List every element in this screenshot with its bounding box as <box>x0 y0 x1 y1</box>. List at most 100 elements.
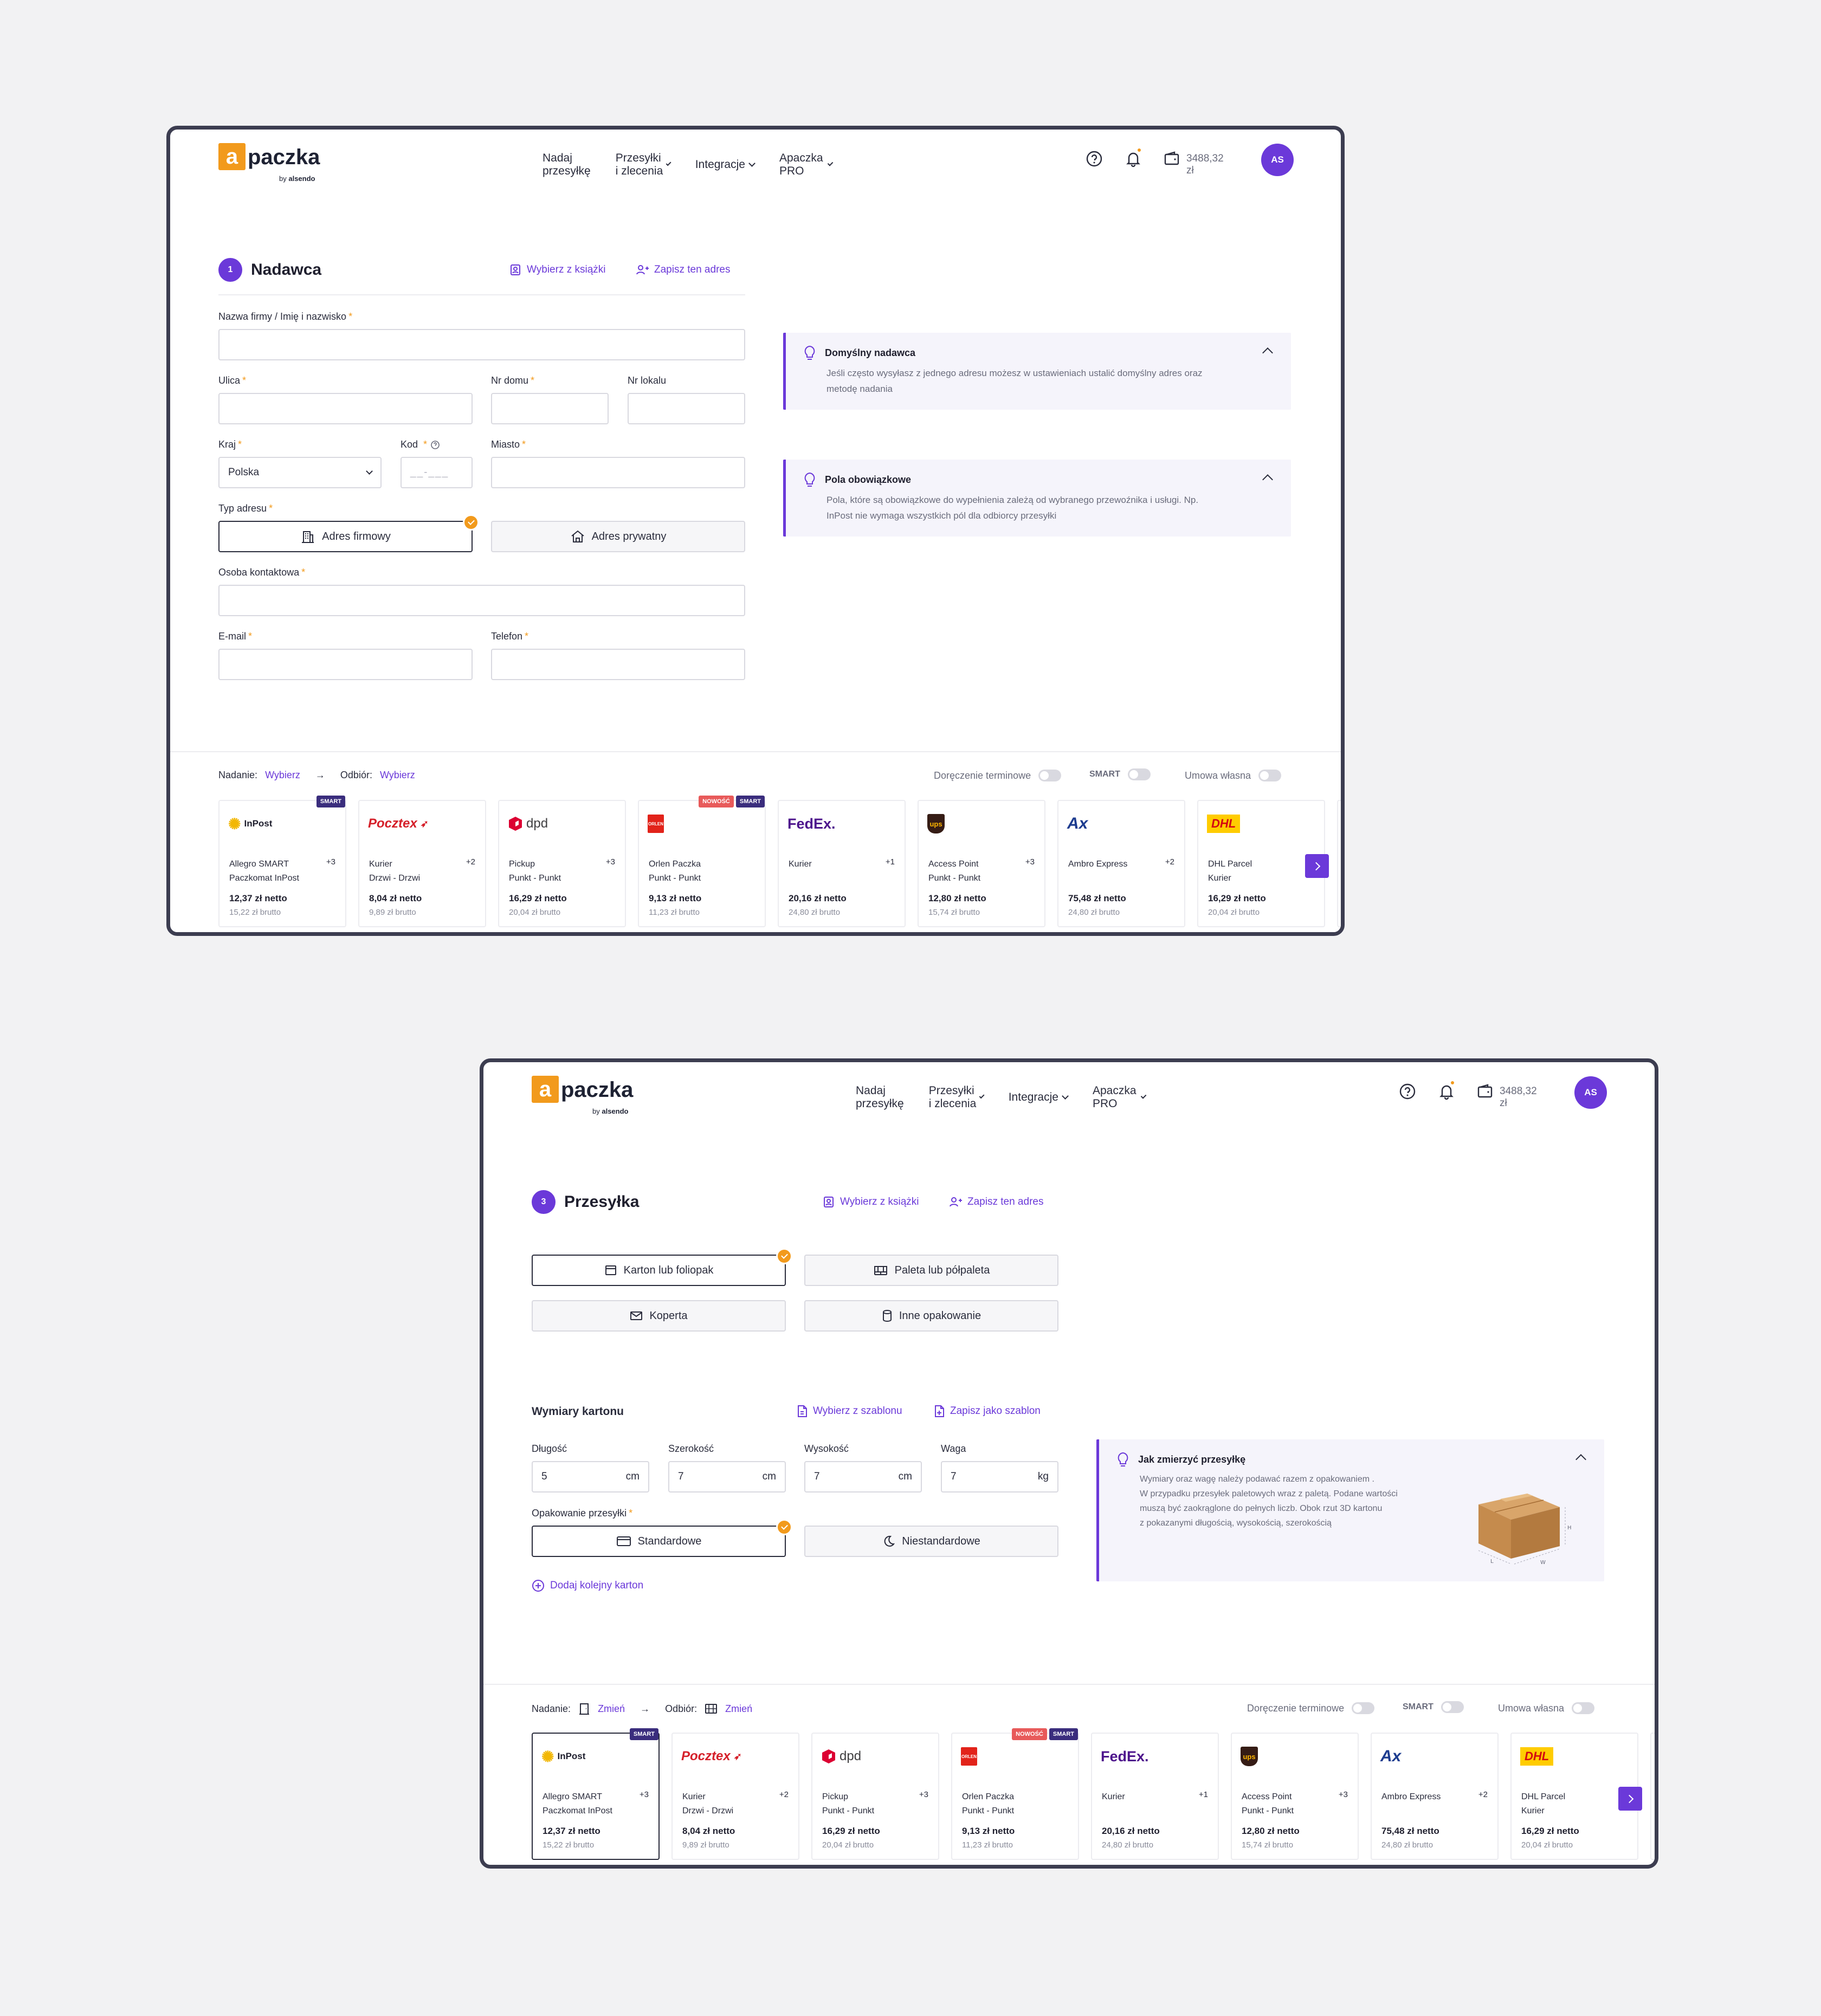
length-input[interactable]: 5 cm <box>532 1461 649 1492</box>
info-title: Domyślny nadawca <box>825 347 916 358</box>
carrier-card[interactable]: Pocztex ➶ Kurier Drzwi - Drzwi +2 8,04 zł net… <box>671 1733 799 1860</box>
carrier-card[interactable]: FedEx. Kurier +1 20,16 zł netto 24,80 zł bru… <box>1091 1733 1219 1860</box>
street-input[interactable] <box>218 393 473 424</box>
save-template-link[interactable]: Zapisz jako szablon <box>934 1405 1041 1418</box>
flat-number-input[interactable] <box>628 393 745 424</box>
carrier-card[interactable]: dpd Pickup Punkt - Punkt +3 16,29 zł netto 20… <box>498 800 626 927</box>
nav-integrations[interactable]: Integracje <box>1009 1084 1069 1110</box>
more-services-count: +1 <box>885 857 895 867</box>
carrier-card[interactable]: NOWOŚĆ SMART ORLEN Orlen Paczka Punkt - Punk… <box>638 796 766 927</box>
help-icon[interactable] <box>1398 1082 1417 1101</box>
carrier-card[interactable]: dpd Pickup Punkt - Punkt +3 16,29 zł netto 20… <box>811 1733 939 1860</box>
carrier-card[interactable]: SMART ✺ InPost Allegro SMART Paczkomat InPos… <box>532 1728 660 1860</box>
carrier-card[interactable]: SMART ✺ InPost Allegro SMART Paczkomat InPos… <box>218 796 346 927</box>
carrier-card[interactable]: FedEx. Kurier +1 20,16 zł netto 24,80 zł bru… <box>778 800 906 927</box>
nav-send[interactable]: Nadaj przesyłkę <box>543 152 591 178</box>
option-label: Inne opakowanie <box>899 1309 981 1322</box>
receive-choose-link[interactable]: Wybierz <box>380 770 415 781</box>
city-input[interactable] <box>491 457 745 488</box>
add-box-link[interactable]: Dodaj kolejny karton <box>532 1579 643 1592</box>
toggle-timed[interactable]: Doręczenie terminowe <box>1247 1702 1375 1714</box>
chevron-up-icon[interactable] <box>1575 1454 1586 1465</box>
avatar[interactable]: AS <box>1574 1076 1607 1109</box>
weight-input[interactable]: 7 kg <box>941 1461 1058 1492</box>
packaging-nonstandard-option[interactable]: Niestandardowe <box>804 1526 1058 1557</box>
nav-shipments[interactable]: Przesyłki i zlecenia <box>616 152 672 178</box>
help-icon[interactable] <box>1085 150 1103 168</box>
wallet-icon[interactable] <box>1476 1082 1494 1101</box>
toggle-switch[interactable] <box>1258 770 1282 781</box>
packaging-standard-option[interactable]: Standardowe <box>532 1519 792 1557</box>
company-input[interactable] <box>218 329 745 360</box>
avatar[interactable]: AS <box>1261 144 1294 176</box>
weight-label: Waga <box>941 1443 966 1454</box>
service-name: Kurier Drzwi - Drzwi <box>682 1792 734 1815</box>
package-other-option[interactable]: Inne opakowanie <box>804 1300 1058 1332</box>
save-address-link[interactable]: Zapisz ten adres <box>949 1196 1043 1208</box>
width-input[interactable]: 7 cm <box>668 1461 786 1492</box>
lightbulb-icon <box>1118 1452 1128 1466</box>
email-input[interactable] <box>218 649 473 680</box>
next-carriers-button[interactable] <box>1618 1787 1642 1811</box>
choose-template-link[interactable]: Wybierz z szablonu <box>797 1405 902 1418</box>
wallet-balance: 3488,32 zł <box>1186 153 1224 176</box>
package-pallet-option[interactable]: Paleta lub półpaleta <box>804 1255 1058 1286</box>
nav-pro[interactable]: Apaczka PRO <box>779 152 834 178</box>
nav-shipments[interactable]: Przesyłki i zlecenia <box>929 1084 985 1110</box>
toggle-smart[interactable]: SMART <box>1089 768 1151 780</box>
apaczka-logo[interactable]: a paczka by alsendo <box>532 1076 633 1115</box>
receive-label: Odbiór: <box>665 1703 698 1714</box>
toggle-own-contract[interactable]: Umowa własna <box>1185 770 1282 781</box>
next-carriers-button[interactable] <box>1305 854 1329 878</box>
carrier-card[interactable]: ups Access Point Punkt - Punkt +3 12,80 zł n… <box>918 800 1045 927</box>
nav-pro[interactable]: Apaczka PRO <box>1093 1084 1147 1110</box>
toggle-smart[interactable]: SMART <box>1403 1701 1464 1713</box>
choose-from-book-link[interactable]: Wybierz z książki <box>823 1196 919 1208</box>
wallet-icon[interactable] <box>1163 150 1181 168</box>
smart-badge: SMART <box>1049 1728 1078 1740</box>
box-length-label: L <box>1490 1559 1494 1565</box>
link-label: Wybierz z szablonu <box>813 1405 902 1417</box>
contact-person-input[interactable] <box>218 585 745 616</box>
add-user-icon <box>950 1197 962 1207</box>
toggle-switch[interactable] <box>1352 1702 1375 1714</box>
address-business-option[interactable]: Adres firmowy <box>218 514 479 552</box>
help-icon[interactable] <box>430 440 440 450</box>
carrier-card[interactable]: dpd16,29 zł20,04 zł <box>1650 1733 1655 1860</box>
send-choose-link[interactable]: Wybierz <box>265 770 300 781</box>
phone-input[interactable] <box>491 649 745 680</box>
carrier-card[interactable]: Ax Ambro Express +2 75,48 zł netto 24,80 zł … <box>1371 1733 1499 1860</box>
address-type-label: Typ adresu * <box>218 503 273 514</box>
choose-from-book-link[interactable]: Wybierz z książki <box>509 264 606 276</box>
plus-circle-icon <box>532 1580 544 1592</box>
country-select[interactable]: Polska <box>218 457 382 488</box>
toggle-own-contract[interactable]: Umowa własna <box>1498 1702 1595 1714</box>
height-input[interactable]: 7 cm <box>804 1461 922 1492</box>
toggle-switch[interactable] <box>1038 770 1062 781</box>
nav-integrations[interactable]: Integracje <box>695 152 755 178</box>
toggle-switch[interactable] <box>1441 1701 1464 1713</box>
carrier-card[interactable]: Ax Ambro Express +2 75,48 zł netto 24,80 zł … <box>1057 800 1185 927</box>
toggle-switch[interactable] <box>1127 768 1151 780</box>
toggle-switch[interactable] <box>1572 1702 1595 1714</box>
package-box-option[interactable]: Karton lub foliopak <box>532 1248 792 1286</box>
receive-change-link[interactable]: Zmień <box>725 1703 752 1715</box>
package-envelope-option[interactable]: Koperta <box>532 1300 786 1332</box>
send-change-link[interactable]: Zmień <box>598 1703 625 1715</box>
carrier-card[interactable]: dpd16,29 zł20,04 zł <box>1337 800 1341 927</box>
toggle-timed[interactable]: Doręczenie terminowe <box>934 770 1062 781</box>
nav-send[interactable]: Nadaj przesyłkę <box>856 1084 904 1110</box>
address-private-option[interactable]: Adres prywatny <box>491 521 745 552</box>
save-address-link[interactable]: Zapisz ten adres <box>636 264 730 276</box>
logo-byline: by alsendo <box>279 175 315 183</box>
chevron-up-icon[interactable] <box>1262 474 1273 485</box>
carrier-card[interactable]: NOWOŚĆ SMART ORLEN Orlen Paczka Punkt - Punk… <box>951 1728 1079 1860</box>
carrier-list: SMART ✺ InPost Allegro SMART Paczkomat InPos… <box>532 1728 1655 1860</box>
apaczka-logo[interactable]: a paczka by alsendo <box>218 143 320 183</box>
carrier-card[interactable]: ups Access Point Punkt - Punkt +3 12,80 zł n… <box>1231 1733 1359 1860</box>
house-number-input[interactable] <box>491 393 609 424</box>
carrier-logo: dpd <box>508 813 548 835</box>
postcode-input[interactable]: __-___ <box>401 457 473 488</box>
chevron-up-icon[interactable] <box>1262 347 1273 358</box>
carrier-card[interactable]: Pocztex ➶ Kurier Drzwi - Drzwi +2 8,04 zł net… <box>358 800 486 927</box>
